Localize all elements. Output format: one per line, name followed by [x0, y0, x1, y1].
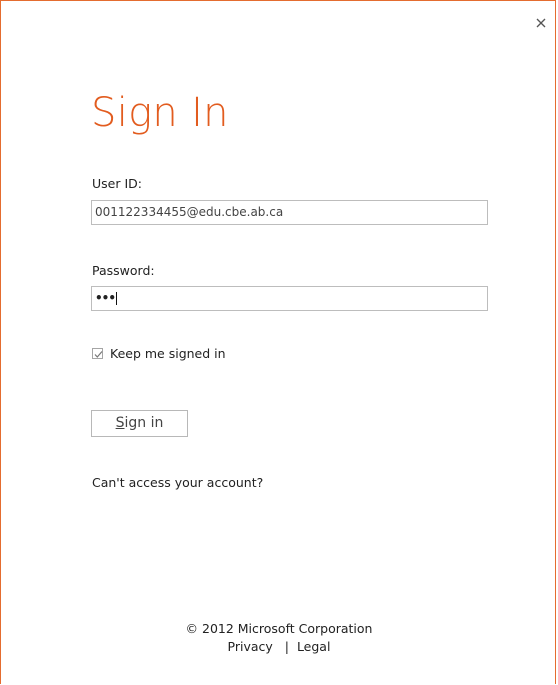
- cant-access-account-link[interactable]: Can't access your account?: [92, 475, 263, 490]
- footer-separator: [277, 639, 285, 654]
- password-field[interactable]: •••: [91, 286, 488, 311]
- text-cursor: [116, 292, 118, 305]
- close-icon: [536, 18, 546, 28]
- footer-links: Privacy | Legal: [1, 639, 557, 654]
- userid-field[interactable]: 001122334455@edu.cbe.ab.ca: [91, 200, 488, 225]
- checkbox-box[interactable]: [92, 348, 103, 359]
- legal-link[interactable]: Legal: [297, 639, 331, 654]
- copyright-text: © 2012 Microsoft Corporation: [185, 621, 373, 636]
- password-masked-value: •••: [95, 291, 116, 305]
- password-label: Password:: [92, 263, 155, 278]
- keep-signed-in-label: Keep me signed in: [110, 346, 226, 361]
- privacy-link[interactable]: Privacy: [228, 639, 273, 654]
- sign-in-dialog: Sign In User ID: 001122334455@edu.cbe.ab…: [0, 0, 556, 684]
- checkmark-icon: [94, 351, 103, 358]
- sign-in-button-label: ign in: [124, 415, 164, 431]
- sign-in-button[interactable]: Sign in: [91, 410, 188, 437]
- sign-in-button-accesskey: S: [115, 415, 125, 431]
- page-title: Sign In: [91, 90, 229, 136]
- userid-label: User ID:: [92, 176, 142, 191]
- keep-signed-in-checkbox[interactable]: Keep me signed in: [92, 346, 226, 361]
- close-button[interactable]: [533, 15, 549, 31]
